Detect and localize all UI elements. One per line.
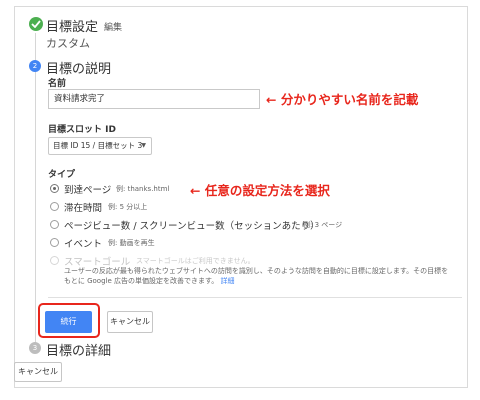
option-example-destination: 例: thanks.html: [116, 185, 170, 193]
radio-duration[interactable]: [50, 202, 59, 211]
radio-pageviews[interactable]: [50, 220, 59, 229]
option-example-duration: 例: 5 分以上: [108, 203, 148, 211]
name-label: 名前: [48, 79, 67, 89]
check-icon: [29, 17, 43, 31]
smart-goal-description-line1: ユーザーの反応が最も得られたウェブサイトへの訪問を識別し、そのような訪問を自動的…: [64, 267, 449, 275]
radio-destination[interactable]: [50, 184, 59, 193]
footer-cancel-button[interactable]: キャンセル: [14, 362, 62, 382]
smart-goal-description-text: もとに Google 広告の単価設定を改善できます。: [64, 277, 219, 285]
option-example-event: 例: 動画を再生: [108, 239, 155, 247]
radio-event[interactable]: [50, 238, 59, 247]
section-divider: [48, 297, 462, 298]
option-label-destination[interactable]: 到達ページ: [64, 182, 111, 196]
name-annotation: ← 分かりやすい名前を記載: [266, 92, 419, 107]
slot-id-label: 目標スロット ID: [48, 125, 116, 135]
slot-id-dropdown[interactable]: 目標 ID 15 / 目標セット 3 ▼: [48, 137, 152, 155]
type-label: タイプ: [48, 170, 76, 180]
step3-title: 目標の詳細: [46, 344, 112, 359]
step-connector-line: [35, 33, 36, 343]
option-label-event[interactable]: イベント: [64, 236, 102, 250]
step1-subtitle: カスタム: [46, 37, 90, 50]
slot-id-value: 目標 ID 15 / 目標セット 3: [53, 141, 143, 150]
type-annotation: ← 任意の設定方法を選択: [190, 183, 330, 198]
step2-title: 目標の説明: [46, 62, 112, 77]
goal-name-input[interactable]: 資料請求完了: [48, 89, 260, 109]
edit-link[interactable]: 編集: [104, 20, 122, 33]
option-label-duration[interactable]: 滞在時間: [64, 200, 102, 214]
step3-number-badge: 3: [29, 342, 41, 354]
option-example-pageviews: 例: 3 ページ: [303, 221, 343, 229]
details-link[interactable]: 詳細: [221, 277, 235, 285]
option-example-smart-goal: スマートゴールはご利用できません。: [136, 257, 255, 265]
chevron-down-icon: ▼: [141, 142, 146, 149]
smart-goal-description-line2: もとに Google 広告の単価設定を改善できます。 詳細: [64, 276, 235, 286]
option-label-pageviews[interactable]: ページビュー数 / スクリーンビュー数（セッションあたり）: [64, 218, 320, 232]
radio-smart-goal: [50, 256, 59, 265]
step1-title: 目標設定: [46, 20, 99, 35]
step2-number-badge: 2: [29, 60, 41, 72]
continue-button[interactable]: 続行: [45, 311, 92, 333]
step2-cancel-button[interactable]: キャンセル: [107, 311, 153, 333]
